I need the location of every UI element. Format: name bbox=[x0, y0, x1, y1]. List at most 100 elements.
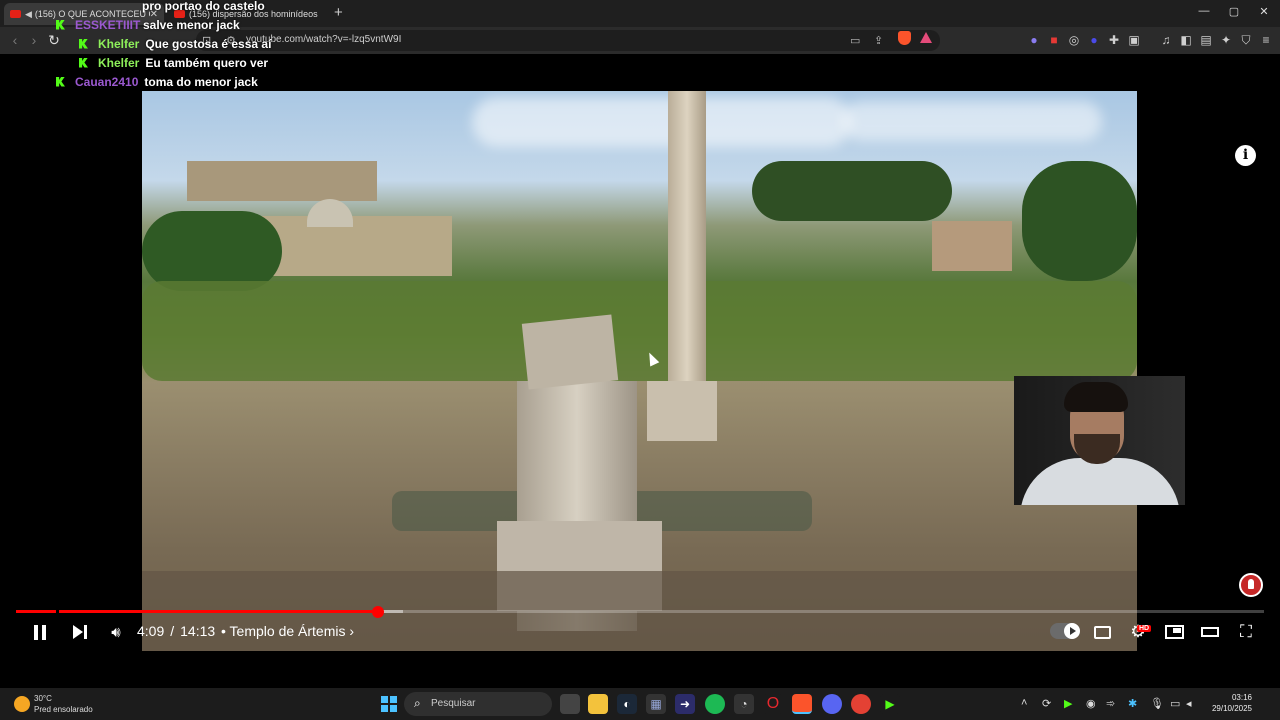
chapter-button[interactable]: • Templo de Ártemis › bbox=[221, 623, 354, 639]
speaker-tray-icon[interactable]: ◂ bbox=[1186, 697, 1192, 710]
windows-start-icon[interactable] bbox=[381, 696, 397, 712]
leo-ai-icon[interactable]: ✦ bbox=[1218, 33, 1234, 47]
sidebar-icon[interactable]: ◧ bbox=[1178, 33, 1194, 47]
scene-dome bbox=[307, 199, 353, 227]
media-icon[interactable]: ♫ bbox=[1158, 33, 1174, 47]
share-icon[interactable]: ⇪ bbox=[874, 34, 883, 47]
chat-message: pro portao do castelo bbox=[142, 0, 265, 15]
extension-icon[interactable]: ● bbox=[1026, 33, 1042, 47]
clock[interactable]: 03:16 29/10/2025 bbox=[1206, 692, 1252, 714]
chat-message: Khelfer Eu também quero ver bbox=[79, 53, 268, 72]
subtitles-icon[interactable] bbox=[1093, 620, 1111, 644]
autoplay-knob bbox=[1064, 623, 1080, 639]
scene-trees bbox=[142, 211, 282, 291]
chrome-icon[interactable] bbox=[851, 694, 871, 714]
tray-app-icon[interactable]: ▶ bbox=[1064, 697, 1072, 710]
tray-app-icon[interactable]: ⟳ bbox=[1042, 697, 1051, 710]
kick-icon bbox=[79, 38, 88, 49]
app-icon[interactable]: ▦ bbox=[646, 694, 666, 714]
extension-icon[interactable]: ● bbox=[1086, 33, 1102, 47]
forward-icon[interactable]: › bbox=[25, 32, 43, 48]
chat-text: toma do menor jack bbox=[144, 74, 258, 89]
kick-icon bbox=[79, 57, 88, 68]
menu-icon[interactable]: ≡ bbox=[1258, 33, 1274, 47]
brave-rewards-icon[interactable] bbox=[920, 32, 932, 43]
scene-castle bbox=[187, 161, 377, 201]
wallet-icon[interactable]: ▤ bbox=[1198, 33, 1214, 47]
chat-message: Cauan2410 toma do menor jack bbox=[56, 72, 258, 91]
fullscreen-icon[interactable]: ⛶ bbox=[1236, 620, 1256, 644]
next-button[interactable] bbox=[70, 620, 90, 644]
steam-icon[interactable]: ◐ bbox=[617, 694, 637, 714]
kick-icon bbox=[56, 19, 65, 30]
tray-app-icon[interactable]: ➾ bbox=[1106, 697, 1115, 710]
volume-icon[interactable]: 🔊︎ bbox=[106, 620, 126, 644]
brave-taskbar-icon[interactable] bbox=[792, 694, 812, 714]
opera-icon[interactable]: O bbox=[763, 694, 783, 714]
app-icon[interactable]: ➜ bbox=[675, 694, 695, 714]
chat-username: Khelfer bbox=[98, 55, 140, 70]
microphone-icon[interactable]: 🎙︎ bbox=[1150, 697, 1164, 710]
hd-badge: HD bbox=[1137, 625, 1152, 632]
taskbar: 30°C Pred ensolarado ⌕ Pesquisar ◐ ▦ ➜ ◔… bbox=[0, 688, 1280, 720]
speaker-icon[interactable]: ◀ bbox=[25, 9, 32, 20]
back-icon[interactable]: ‹ bbox=[6, 32, 24, 48]
extension-icon[interactable]: ■ bbox=[1046, 33, 1062, 47]
channel-watermark-icon[interactable] bbox=[1239, 573, 1263, 597]
chapter-title: Templo de Ártemis bbox=[229, 623, 346, 639]
chat-username: Cauan2410 bbox=[75, 74, 139, 89]
current-time: 4:09 bbox=[137, 623, 165, 639]
screenshot-icon[interactable]: ▣ bbox=[1126, 33, 1142, 47]
kick-app-icon[interactable]: ▶ bbox=[880, 694, 900, 714]
chat-overlay: pro portao do castelo ESSKETIIIT salve m… bbox=[56, 0, 476, 91]
time-display: 4:09/14:13 bbox=[137, 623, 216, 639]
info-icon[interactable]: i bbox=[1235, 145, 1256, 166]
scene-trees bbox=[752, 161, 952, 221]
miniplayer-icon[interactable] bbox=[1164, 620, 1184, 644]
extension-icon[interactable]: ◎ bbox=[1066, 33, 1082, 47]
clock-time: 03:16 bbox=[1231, 693, 1252, 702]
search-placeholder: Pesquisar bbox=[431, 698, 476, 709]
network-icon[interactable]: ▭ bbox=[1170, 697, 1180, 710]
progress-bar[interactable] bbox=[16, 606, 1264, 618]
theater-mode-icon[interactable] bbox=[1200, 620, 1220, 644]
chat-text: pro portao do castelo bbox=[142, 0, 265, 13]
chat-text: salve menor jack bbox=[143, 17, 240, 32]
file-explorer-icon[interactable] bbox=[588, 694, 608, 714]
task-view-icon[interactable] bbox=[560, 694, 580, 714]
extensions-puzzle-icon[interactable]: ✚ bbox=[1106, 33, 1122, 47]
restore-icon[interactable]: ▢ bbox=[1224, 5, 1244, 18]
cast-icon[interactable]: ▭ bbox=[850, 34, 860, 47]
chevron-up-icon[interactable]: ˄ bbox=[1021, 697, 1027, 709]
chat-username: Khelfer bbox=[98, 36, 140, 51]
pause-button[interactable] bbox=[30, 620, 50, 644]
vpn-icon[interactable]: ⛉ bbox=[1238, 33, 1254, 48]
scene-houses bbox=[932, 221, 1012, 271]
youtube-icon bbox=[10, 10, 21, 18]
scrubber-handle[interactable] bbox=[371, 606, 384, 618]
discord-icon[interactable] bbox=[822, 694, 842, 714]
app-icon[interactable]: ◔ bbox=[734, 694, 754, 714]
taskbar-search[interactable]: ⌕ Pesquisar bbox=[404, 692, 552, 716]
settings-gear-icon[interactable]: ⚙ bbox=[1128, 620, 1148, 644]
spotify-icon[interactable] bbox=[705, 694, 725, 714]
bluetooth-icon[interactable]: ✱ bbox=[1128, 697, 1137, 710]
autoplay-toggle[interactable] bbox=[1050, 623, 1080, 639]
kick-icon bbox=[56, 76, 65, 87]
chat-message: ESSKETIIIT salve menor jack bbox=[56, 15, 240, 34]
tray-app-icon[interactable]: ◉ bbox=[1086, 697, 1096, 710]
scene-column bbox=[668, 91, 706, 391]
weather-widget[interactable]: 30°C Pred ensolarado bbox=[14, 693, 93, 715]
webcam-hair bbox=[1064, 382, 1128, 412]
weather-sun-icon bbox=[14, 696, 30, 712]
minimize-icon[interactable]: — bbox=[1194, 5, 1214, 17]
brave-shields-icon[interactable] bbox=[898, 31, 911, 45]
screen: ◀ (156) O QUE ACONTECEU CO ✕ (156) dispe… bbox=[0, 0, 1280, 720]
chat-username: ESSKETIIIT bbox=[75, 17, 141, 32]
scene-vegetation bbox=[142, 281, 1137, 381]
video-frame[interactable] bbox=[142, 91, 1137, 651]
scene-clouds bbox=[472, 97, 852, 147]
scene-column-base bbox=[647, 381, 717, 441]
scene-clouds bbox=[842, 101, 1102, 141]
close-window-icon[interactable]: ✕ bbox=[1254, 5, 1274, 18]
